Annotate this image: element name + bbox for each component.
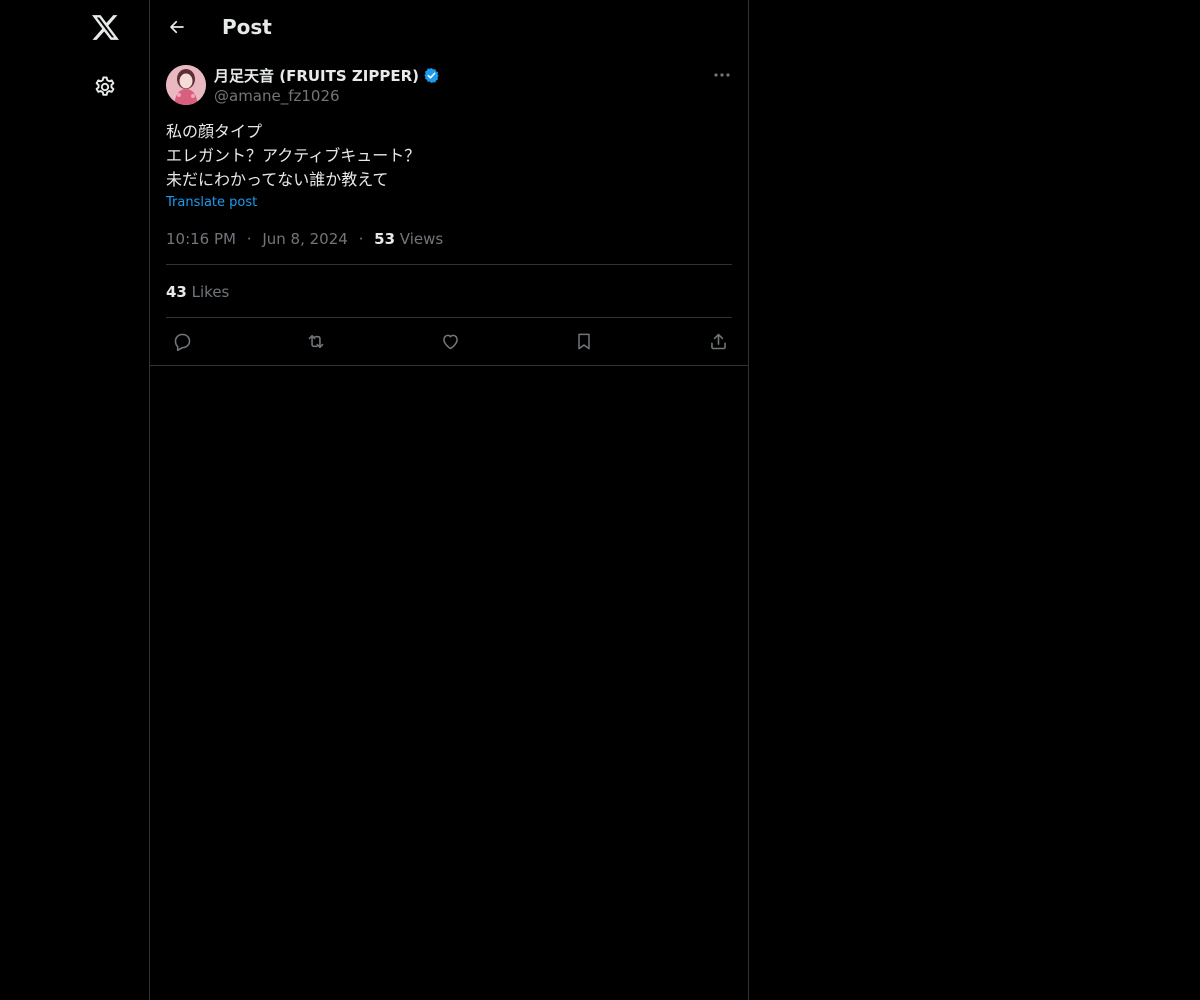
x-logo-icon[interactable] (90, 13, 120, 41)
likes-count: 43 (166, 283, 187, 301)
reply-icon (174, 333, 190, 351)
repost-button[interactable] (305, 330, 327, 352)
post-text-line: 私の顔タイプ (166, 122, 263, 141)
bookmark-icon (578, 333, 590, 349)
post-text-line: エレガント？アクティブキュート？ (166, 146, 421, 165)
post-text-line: 未だにわかってない誰か教えて (166, 170, 389, 189)
post-time[interactable]: 10:16 PM (166, 230, 236, 248)
like-icon (442, 334, 458, 349)
post: 月足天音 (FRUITS ZIPPER) @amane_fz1026 私の顔タイ… (150, 54, 748, 366)
page-title: Post (222, 15, 272, 39)
divider (166, 264, 732, 265)
post-author: 月足天音 (FRUITS ZIPPER) @amane_fz1026 (214, 64, 654, 106)
reply-button[interactable] (171, 330, 193, 352)
post-text: 私の顔タイプ エレガント？アクティブキュート？ 未だにわかってない誰か教えて (166, 120, 732, 192)
post-date[interactable]: Jun 8, 2024 (262, 230, 347, 248)
user-handle[interactable]: @amane_fz1026 (214, 86, 654, 106)
post-meta: 10:16 PM · Jun 8, 2024 · 53 Views (166, 229, 443, 249)
bookmark-button[interactable] (573, 330, 595, 352)
verified-badge-icon[interactable] (422, 66, 440, 84)
more-dots-icon (714, 73, 730, 77)
avatar[interactable] (166, 65, 206, 105)
meta-separator: · (358, 230, 364, 248)
likes-row[interactable]: 43 Likes (166, 282, 229, 302)
views-label: Views (399, 230, 444, 248)
divider (166, 317, 732, 318)
arrow-left-icon (170, 20, 184, 34)
like-button[interactable] (439, 330, 461, 352)
post-column: Post 月足天音 (FRUITS ZIPPER) @amane_fz1026 … (149, 0, 749, 1000)
share-icon (710, 333, 726, 349)
share-button[interactable] (707, 330, 729, 352)
display-name[interactable]: 月足天音 (FRUITS ZIPPER) (214, 65, 419, 86)
likes-label: Likes (191, 283, 230, 301)
views-count: 53 (374, 230, 396, 248)
meta-separator: · (246, 230, 252, 248)
repost-icon (308, 334, 324, 348)
app-root: Post 月足天音 (FRUITS ZIPPER) @amane_fz1026 … (0, 0, 1200, 1000)
back-button[interactable] (166, 16, 188, 38)
more-options-button[interactable] (712, 68, 732, 82)
gear-icon[interactable] (92, 74, 118, 100)
left-nav (0, 0, 150, 1000)
post-header: Post (150, 0, 748, 54)
translate-post-link[interactable]: Translate post (166, 194, 257, 212)
